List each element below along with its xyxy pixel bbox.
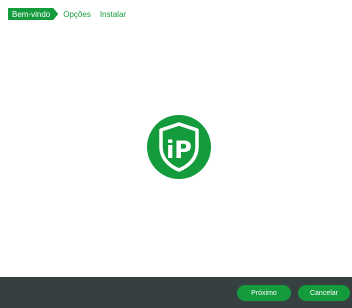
breadcrumb-step-install[interactable]: Instalar [100, 8, 126, 20]
app-logo-svg: iP [147, 115, 211, 179]
breadcrumb-step-options[interactable]: Opções [63, 8, 91, 20]
cancel-button[interactable]: Cancelar [298, 285, 350, 301]
next-button[interactable]: Próximo [237, 285, 291, 301]
breadcrumb-step-welcome[interactable]: Bem-vindo [8, 8, 58, 20]
logo-text: iP [166, 136, 192, 164]
installer-window: Bem-vindo Opções Instalar iP Próximo Can… [0, 0, 352, 308]
footer-bar: Próximo Cancelar [0, 277, 352, 308]
ip-shield-icon: iP [146, 114, 212, 180]
breadcrumb: Bem-vindo Opções Instalar [8, 8, 126, 20]
